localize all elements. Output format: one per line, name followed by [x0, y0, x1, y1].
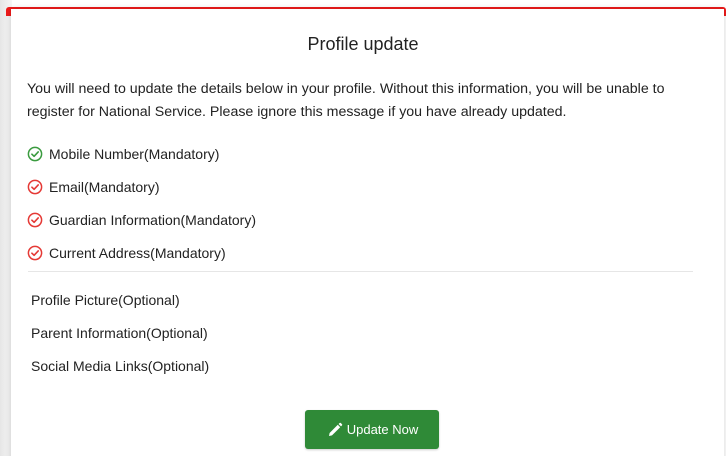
optional-items-list: Profile Picture(Optional) Parent Informa…: [31, 283, 209, 382]
required-item-label: Guardian Information(Mandatory): [49, 211, 256, 228]
check-circle-icon: [27, 245, 43, 261]
required-item-guardian: Guardian Information(Mandatory): [27, 203, 692, 236]
check-circle-icon: [27, 212, 43, 228]
required-item-label: Mobile Number(Mandatory): [49, 145, 220, 162]
optional-item-social-media-links: Social Media Links(Optional): [31, 357, 210, 374]
check-circle-icon: [27, 146, 43, 162]
required-item-email: Email(Mandatory): [27, 170, 692, 203]
update-now-label: Update Now: [346, 422, 419, 437]
section-divider: [28, 271, 693, 272]
modal-title: Profile update: [307, 34, 419, 54]
modal-intro-text: You will need to update the details belo…: [27, 81, 665, 120]
required-item-label: Email(Mandatory): [49, 178, 160, 195]
check-circle-icon: [27, 179, 43, 195]
optional-item-parent-information: Parent Information(Optional): [31, 324, 208, 341]
pencil-icon: [326, 421, 344, 439]
optional-item-profile-picture: Profile Picture(Optional): [31, 291, 180, 308]
required-item-label: Current Address(Mandatory): [49, 244, 226, 261]
required-item-address: Current Address(Mandatory): [27, 236, 692, 269]
required-item-mobile: Mobile Number(Mandatory): [27, 137, 692, 170]
screen: Profile update You will need to update t…: [0, 0, 726, 456]
required-items-list: Mobile Number(Mandatory) Email(Mandatory…: [27, 137, 692, 269]
update-now-button[interactable]: Update Now: [305, 410, 439, 449]
